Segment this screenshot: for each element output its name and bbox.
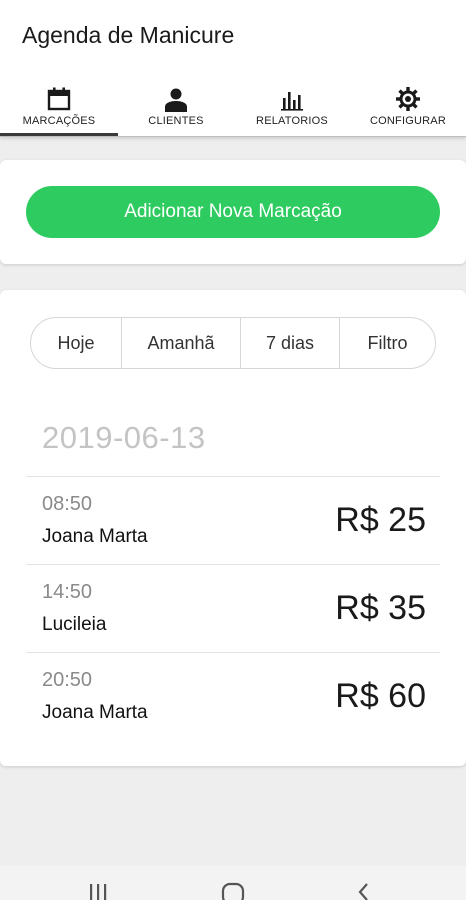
- back-icon[interactable]: [352, 878, 376, 900]
- appointment-price: R$ 60: [335, 677, 426, 715]
- home-icon[interactable]: [221, 878, 245, 900]
- add-appointment-button[interactable]: Adicionar Nova Marcação: [26, 186, 440, 238]
- tab-marcacoes[interactable]: MARCAÇÕES: [0, 84, 118, 134]
- filter-7-days-button[interactable]: 7 dias: [240, 318, 339, 368]
- appointment-price: R$ 25: [335, 501, 426, 539]
- appointment-time: 14:50: [42, 581, 93, 603]
- tab-relatorios[interactable]: RELATORIOS: [234, 84, 350, 134]
- system-nav-bar: [0, 866, 466, 900]
- tab-label: MARCAÇÕES: [22, 115, 96, 127]
- filter-custom-button[interactable]: Filtro: [339, 318, 435, 368]
- app-header: Agenda de Manicure MARCAÇÕES CLIENTES RE…: [0, 0, 466, 137]
- appointments-date: 2019-06-13: [42, 420, 206, 455]
- add-appointment-card: Adicionar Nova Marcação: [0, 160, 466, 264]
- appointment-price: R$ 35: [335, 589, 426, 627]
- appointment-client: Joana Marta: [42, 526, 148, 547]
- recent-apps-icon[interactable]: [86, 878, 110, 900]
- appointment-row[interactable]: 14:50 Lucileia R$ 35: [26, 564, 440, 653]
- tab-label: RELATORIOS: [256, 115, 328, 127]
- date-filter-group: Hoje Amanhã 7 dias Filtro: [30, 317, 436, 369]
- active-tab-indicator: [0, 133, 118, 136]
- app-screen: Agenda de Manicure MARCAÇÕES CLIENTES RE…: [0, 0, 466, 900]
- tab-clientes[interactable]: CLIENTES: [118, 84, 234, 134]
- appointment-time: 20:50: [42, 669, 93, 691]
- tab-label: CLIENTES: [148, 115, 204, 127]
- appointments-card: Hoje Amanhã 7 dias Filtro 2019-06-13 08:…: [0, 290, 466, 766]
- filter-tomorrow-button[interactable]: Amanhã: [121, 318, 240, 368]
- gear-icon: [396, 87, 420, 111]
- tab-configurar[interactable]: CONFIGURAR: [350, 84, 466, 134]
- bar-chart-icon: [281, 92, 303, 111]
- filter-today-button[interactable]: Hoje: [31, 318, 121, 368]
- app-title: Agenda de Manicure: [22, 22, 235, 48]
- appointment-client: Joana Marta: [42, 702, 148, 723]
- appointment-time: 08:50: [42, 493, 93, 515]
- appointment-row[interactable]: 20:50 Joana Marta R$ 60: [26, 652, 440, 741]
- appointment-row[interactable]: 08:50 Joana Marta R$ 25: [26, 476, 440, 565]
- person-icon: [165, 88, 187, 112]
- calendar-icon: [47, 87, 71, 111]
- appointment-client: Lucileia: [42, 614, 107, 635]
- tab-bar: MARCAÇÕES CLIENTES RELATORIOS CONFIGURAR: [0, 84, 466, 136]
- tab-label: CONFIGURAR: [370, 115, 446, 127]
